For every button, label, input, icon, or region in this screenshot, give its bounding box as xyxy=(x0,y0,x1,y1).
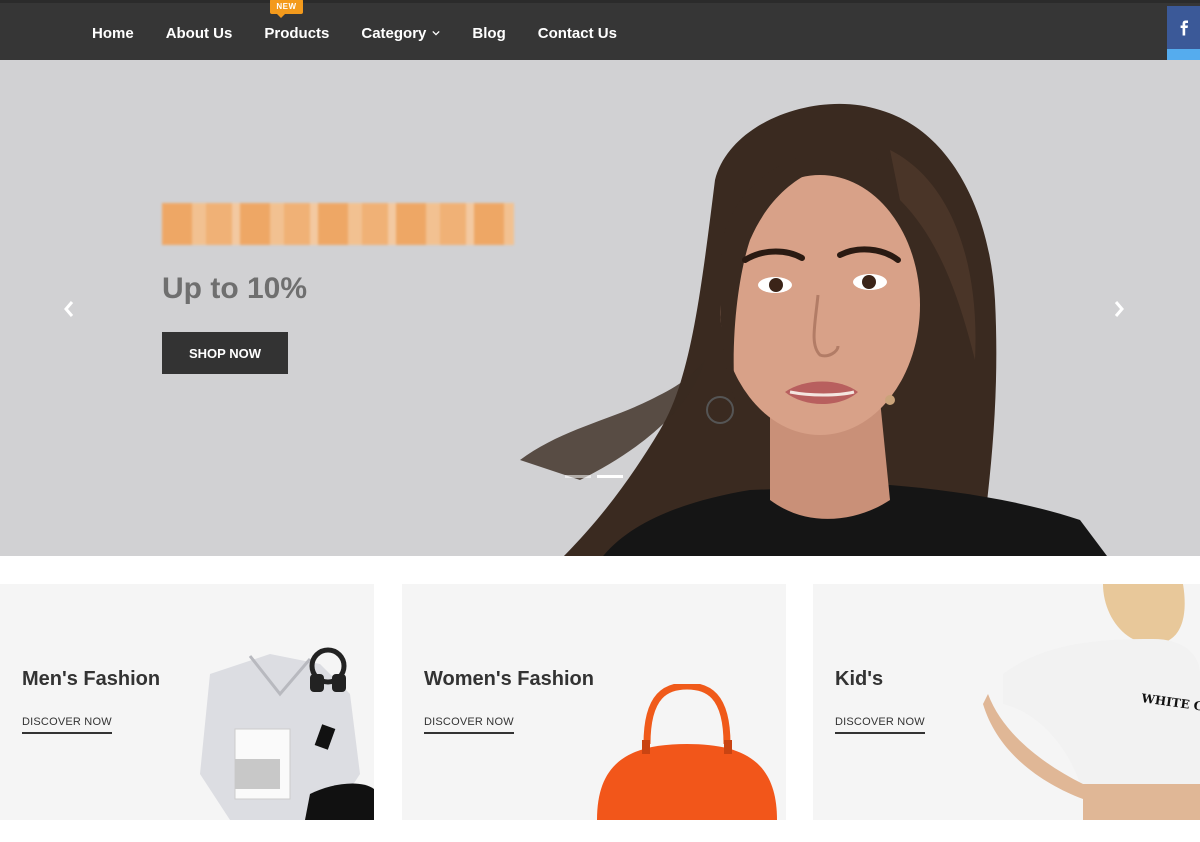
nav-category[interactable]: Category xyxy=(361,24,441,42)
hero-subtitle: Up to 10% xyxy=(162,272,308,305)
nav-home[interactable]: Home xyxy=(92,25,134,42)
nav-blog[interactable]: Blog xyxy=(472,25,505,42)
slider-dot-active[interactable] xyxy=(597,475,623,478)
kids-crop-top-image: WHITE CROP TOP xyxy=(983,584,1200,820)
nav-category-label: Category xyxy=(361,24,427,42)
facebook-share-button[interactable] xyxy=(1167,6,1200,49)
top-navbar: Home About Us NEW Products Category Blog… xyxy=(0,0,1200,60)
card-title: Women's Fashion xyxy=(424,668,594,690)
nav-blog-label: Blog xyxy=(472,24,506,42)
category-card-kids[interactable]: WHITE CROP TOP Kid's DISCOVER NOW xyxy=(813,584,1200,820)
slider-prev-button[interactable] xyxy=(62,298,76,326)
discover-now-link[interactable]: DISCOVER NOW xyxy=(835,716,925,734)
shop-now-button[interactable]: SHOP NOW xyxy=(162,332,288,374)
slider-next-button[interactable] xyxy=(1112,298,1126,326)
nav-menu: Home About Us NEW Products Category Blog… xyxy=(92,0,649,63)
slider-dot[interactable] xyxy=(565,475,591,478)
chevron-left-icon xyxy=(64,301,74,317)
chevron-down-icon xyxy=(432,30,441,36)
discover-now-link[interactable]: DISCOVER NOW xyxy=(424,716,514,734)
women-fashion-handbag-image xyxy=(597,684,777,820)
chevron-right-icon xyxy=(1114,301,1124,317)
card-title: Men's Fashion xyxy=(22,668,161,690)
hero-title-blurred xyxy=(162,203,514,245)
men-fashion-image xyxy=(200,647,374,820)
slider-pagination xyxy=(565,475,623,478)
new-badge: NEW xyxy=(270,0,303,18)
nav-about-us[interactable]: About Us xyxy=(166,25,233,42)
facebook-icon xyxy=(1180,20,1188,35)
category-card-women[interactable]: Women's Fashion DISCOVER NOW xyxy=(402,584,786,820)
category-card-men[interactable]: Men's Fashion DISCOVER NOW xyxy=(0,584,374,820)
hero-slider: Up to 10% SHOP NOW xyxy=(0,60,1200,556)
nav-products[interactable]: NEW Products xyxy=(264,0,330,42)
card-title: Kid's xyxy=(835,668,884,690)
nav-home-label: Home xyxy=(92,24,134,42)
discover-now-link[interactable]: DISCOVER NOW xyxy=(22,716,112,734)
nav-contact-label: Contact Us xyxy=(537,24,617,42)
nav-contact-us[interactable]: Contact Us xyxy=(538,25,617,42)
nav-products-label: Products xyxy=(264,24,330,42)
nav-about-label: About Us xyxy=(165,24,233,42)
hero-model-image xyxy=(520,103,1107,556)
